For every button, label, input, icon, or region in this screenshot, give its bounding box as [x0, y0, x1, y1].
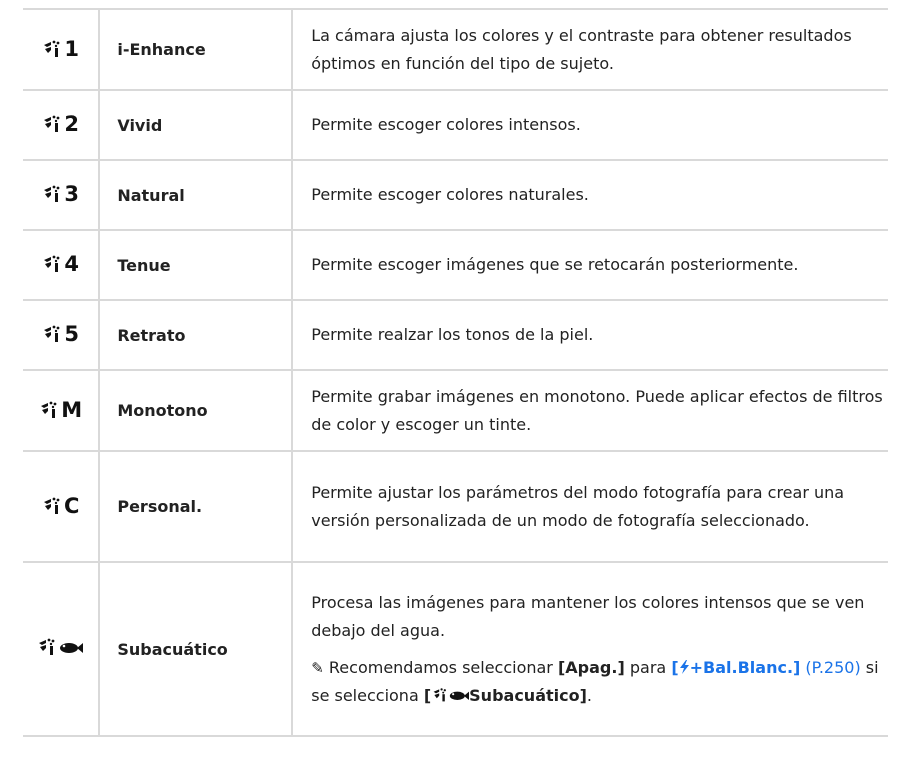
- picture-mode-1-label: 1: [42, 37, 79, 61]
- picture-mode-2-label: 2: [42, 112, 79, 136]
- mode-description: Permite escoger colores naturales.: [291, 159, 888, 231]
- fish-icon: [59, 643, 83, 653]
- mode-name: Tenue: [99, 229, 293, 301]
- mode-name: i-Enhance: [99, 8, 293, 91]
- picture-mode-underwater-label: [37, 637, 85, 657]
- mode-description: Permite realzar los tonos de la piel.: [291, 299, 888, 371]
- mode-description: Permite escoger imágenes que se retocará…: [291, 229, 888, 301]
- flash-icon: [679, 659, 689, 674]
- mode-description: Permite ajustar los parámetros del modo …: [291, 450, 888, 563]
- picture-mode-icon: [44, 255, 60, 272]
- table-row: 1 i-Enhance La cámara ajusta los colores…: [23, 8, 888, 91]
- table-row: 5 Retrato Permite realzar los tonos de l…: [23, 299, 888, 371]
- mode-description: Procesa las imágenes para mantener los c…: [311, 592, 865, 640]
- table-row: 4 Tenue Permite escoger imágenes que se …: [23, 229, 888, 301]
- table-row: M Monotono Permite grabar imágenes en mo…: [23, 369, 888, 452]
- picture-mode-icon: [44, 40, 60, 57]
- table-row: Subacuático Procesa las imágenes para ma…: [23, 561, 888, 737]
- fish-icon: [449, 691, 470, 700]
- apag-option: [Apag.]: [557, 657, 625, 677]
- picture-mode-c-label: C: [42, 494, 79, 518]
- picture-mode-icon: [44, 325, 60, 342]
- mode-description: La cámara ajusta los colores y el contra…: [291, 8, 888, 91]
- pencil-icon: ✎: [311, 658, 324, 677]
- picture-mode-icon: [44, 185, 60, 202]
- mode-name: Retrato: [99, 299, 293, 371]
- table-row: C Personal. Permite ajustar los parámetr…: [23, 450, 888, 563]
- picture-mode-icon: [44, 115, 60, 132]
- page-ref-link[interactable]: (P.250): [805, 658, 860, 677]
- picture-mode-icon: [433, 687, 447, 701]
- mode-name: Natural: [99, 159, 293, 231]
- picture-mode-m-label: M: [39, 398, 82, 422]
- note-text-1: Recomendamos seleccionar: [328, 657, 553, 677]
- table-row: 3 Natural Permite escoger colores natura…: [23, 159, 888, 231]
- mode-name: Monotono: [99, 369, 293, 452]
- picture-mode-4-label: 4: [42, 252, 79, 276]
- mode-name: Vivid: [99, 89, 293, 161]
- picture-mode-icon: [41, 401, 57, 418]
- mode-description: Permite grabar imágenes en monotono. Pue…: [291, 369, 888, 452]
- picture-mode-icon: [43, 497, 60, 514]
- mode-name: Personal.: [99, 450, 293, 563]
- underwater-mode-ref: [Subacuático]: [423, 685, 587, 705]
- note-end: .: [586, 685, 593, 705]
- table-row: 2 Vivid Permite escoger colores intensos…: [23, 89, 888, 161]
- picture-mode-5-label: 5: [42, 322, 79, 346]
- recommendation-note: ✎ Recomendamos seleccionar [Apag.] para …: [311, 654, 888, 710]
- mode-name: Subacuático: [99, 561, 293, 737]
- note-para: para: [629, 657, 667, 677]
- picture-mode-table: 1 i-Enhance La cámara ajusta los colores…: [23, 8, 888, 737]
- picture-mode-icon: [38, 638, 55, 655]
- flash-wb-link[interactable]: [+Bal.Blanc.]: [671, 658, 800, 677]
- picture-mode-3-label: 3: [42, 182, 79, 206]
- mode-description: Permite escoger colores intensos.: [291, 89, 888, 161]
